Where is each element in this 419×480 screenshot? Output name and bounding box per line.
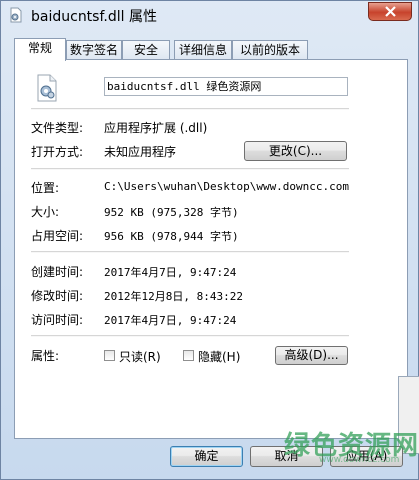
gear-file-icon xyxy=(37,74,57,102)
created-value: 2017年4月7日, 9:47:24 xyxy=(104,266,237,279)
opens-with-label: 打开方式: xyxy=(31,145,84,159)
location-value: C:\Users\wuhan\Desktop\www.downcc.com xyxy=(104,180,350,193)
properties-window: baiducntsf.dll 属性 常规 数字签名 安全 详细信息 以前的版本 … xyxy=(0,0,419,480)
size-value: 952 KB (975,328 字节) xyxy=(104,206,239,219)
file-type-label: 文件类型: xyxy=(31,121,84,135)
divider xyxy=(31,168,349,170)
opens-with-value: 未知应用程序 xyxy=(104,145,177,159)
tab-previous-versions[interactable]: 以前的版本 xyxy=(232,40,308,60)
divider xyxy=(31,108,349,110)
close-icon xyxy=(385,6,396,17)
hidden-checkbox[interactable] xyxy=(183,350,194,361)
general-panel: baiducntsf.dll 绿色资源网 文件类型: 应用程序扩展 (.dll)… xyxy=(14,59,408,439)
size-on-disk-value: 956 KB (978,944 字节) xyxy=(104,230,239,243)
divider xyxy=(31,335,349,337)
tab-digital-signatures[interactable]: 数字签名 xyxy=(66,40,122,60)
tab-general[interactable]: 常规 xyxy=(14,38,66,61)
location-label: 位置: xyxy=(31,181,60,195)
ok-button[interactable]: 确定 xyxy=(170,446,243,467)
attributes-label: 属性: xyxy=(31,349,60,363)
readonly-checkbox[interactable] xyxy=(104,350,115,361)
accessed-label: 访问时间: xyxy=(31,313,84,327)
modified-value: 2012年12月8日, 8:43:22 xyxy=(104,290,243,303)
readonly-label[interactable]: 只读(R) xyxy=(119,348,161,365)
window-title: baiducntsf.dll 属性 xyxy=(31,9,157,25)
watermark-url: www.downcc.com xyxy=(319,455,400,465)
dll-file-icon xyxy=(10,7,22,23)
change-button[interactable]: 更改(C)... xyxy=(244,141,347,161)
file-name-field[interactable]: baiducntsf.dll 绿色资源网 xyxy=(104,77,348,96)
modified-label: 修改时间: xyxy=(31,289,84,303)
advanced-button[interactable]: 高级(D)... xyxy=(275,346,348,365)
size-on-disk-label: 占用空间: xyxy=(31,229,84,243)
divider xyxy=(31,251,349,253)
tab-details[interactable]: 详细信息 xyxy=(174,40,232,60)
title-bar[interactable]: baiducntsf.dll 属性 xyxy=(1,1,418,31)
hidden-label[interactable]: 隐藏(H) xyxy=(198,348,240,365)
tab-security[interactable]: 安全 xyxy=(122,40,170,60)
tab-strip: 常规 数字签名 安全 详细信息 以前的版本 xyxy=(14,38,409,61)
close-button[interactable] xyxy=(368,2,412,21)
file-type-value: 应用程序扩展 (.dll) xyxy=(104,121,208,135)
accessed-value: 2017年4月7日, 9:47:24 xyxy=(104,314,237,327)
size-label: 大小: xyxy=(31,205,60,219)
created-label: 创建时间: xyxy=(31,265,84,279)
